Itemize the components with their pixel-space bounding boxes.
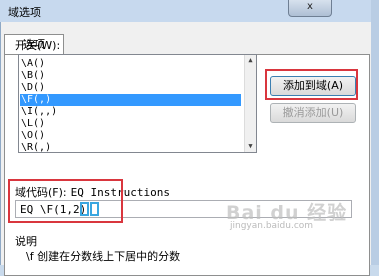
- title-bar: 域选项 x: [0, 0, 379, 22]
- description-label: 说明: [15, 235, 37, 248]
- description-text: \f 创建在分数线上下居中的分数: [26, 250, 181, 263]
- list-item[interactable]: \O(): [20, 130, 241, 142]
- list-item[interactable]: \R(,): [20, 142, 241, 152]
- numerator-marker: [80, 202, 89, 216]
- scroll-down-icon[interactable]: ▼: [245, 141, 256, 152]
- switches-label: 开关(W):: [15, 39, 61, 52]
- add-to-field-button[interactable]: 添加到域(A): [270, 76, 356, 96]
- list-item[interactable]: \D(): [20, 82, 241, 94]
- window-title: 域选项: [8, 6, 41, 19]
- list-item[interactable]: \B(): [20, 70, 241, 82]
- scroll-up-icon[interactable]: ▲: [245, 55, 256, 66]
- close-button[interactable]: x: [288, 0, 332, 17]
- undo-add-button[interactable]: 撤消添加(U): [270, 103, 356, 123]
- list-item[interactable]: \L(): [20, 118, 241, 130]
- list-scrollbar[interactable]: ▲ ▼: [244, 55, 256, 152]
- denominator-marker: [90, 202, 99, 216]
- list-item[interactable]: \A(): [20, 58, 241, 70]
- list-item[interactable]: \I(,,): [20, 106, 241, 118]
- list-item-selected[interactable]: \F(,): [20, 94, 241, 106]
- watermark-url: jingyan.baidu.com: [230, 221, 314, 231]
- window-frame-right: [371, 0, 379, 265]
- switches-listbox[interactable]: \A() \B() \D() \F(,) \I(,,) \L() \O() \R…: [18, 54, 257, 153]
- field-code-highlight: [8, 179, 123, 223]
